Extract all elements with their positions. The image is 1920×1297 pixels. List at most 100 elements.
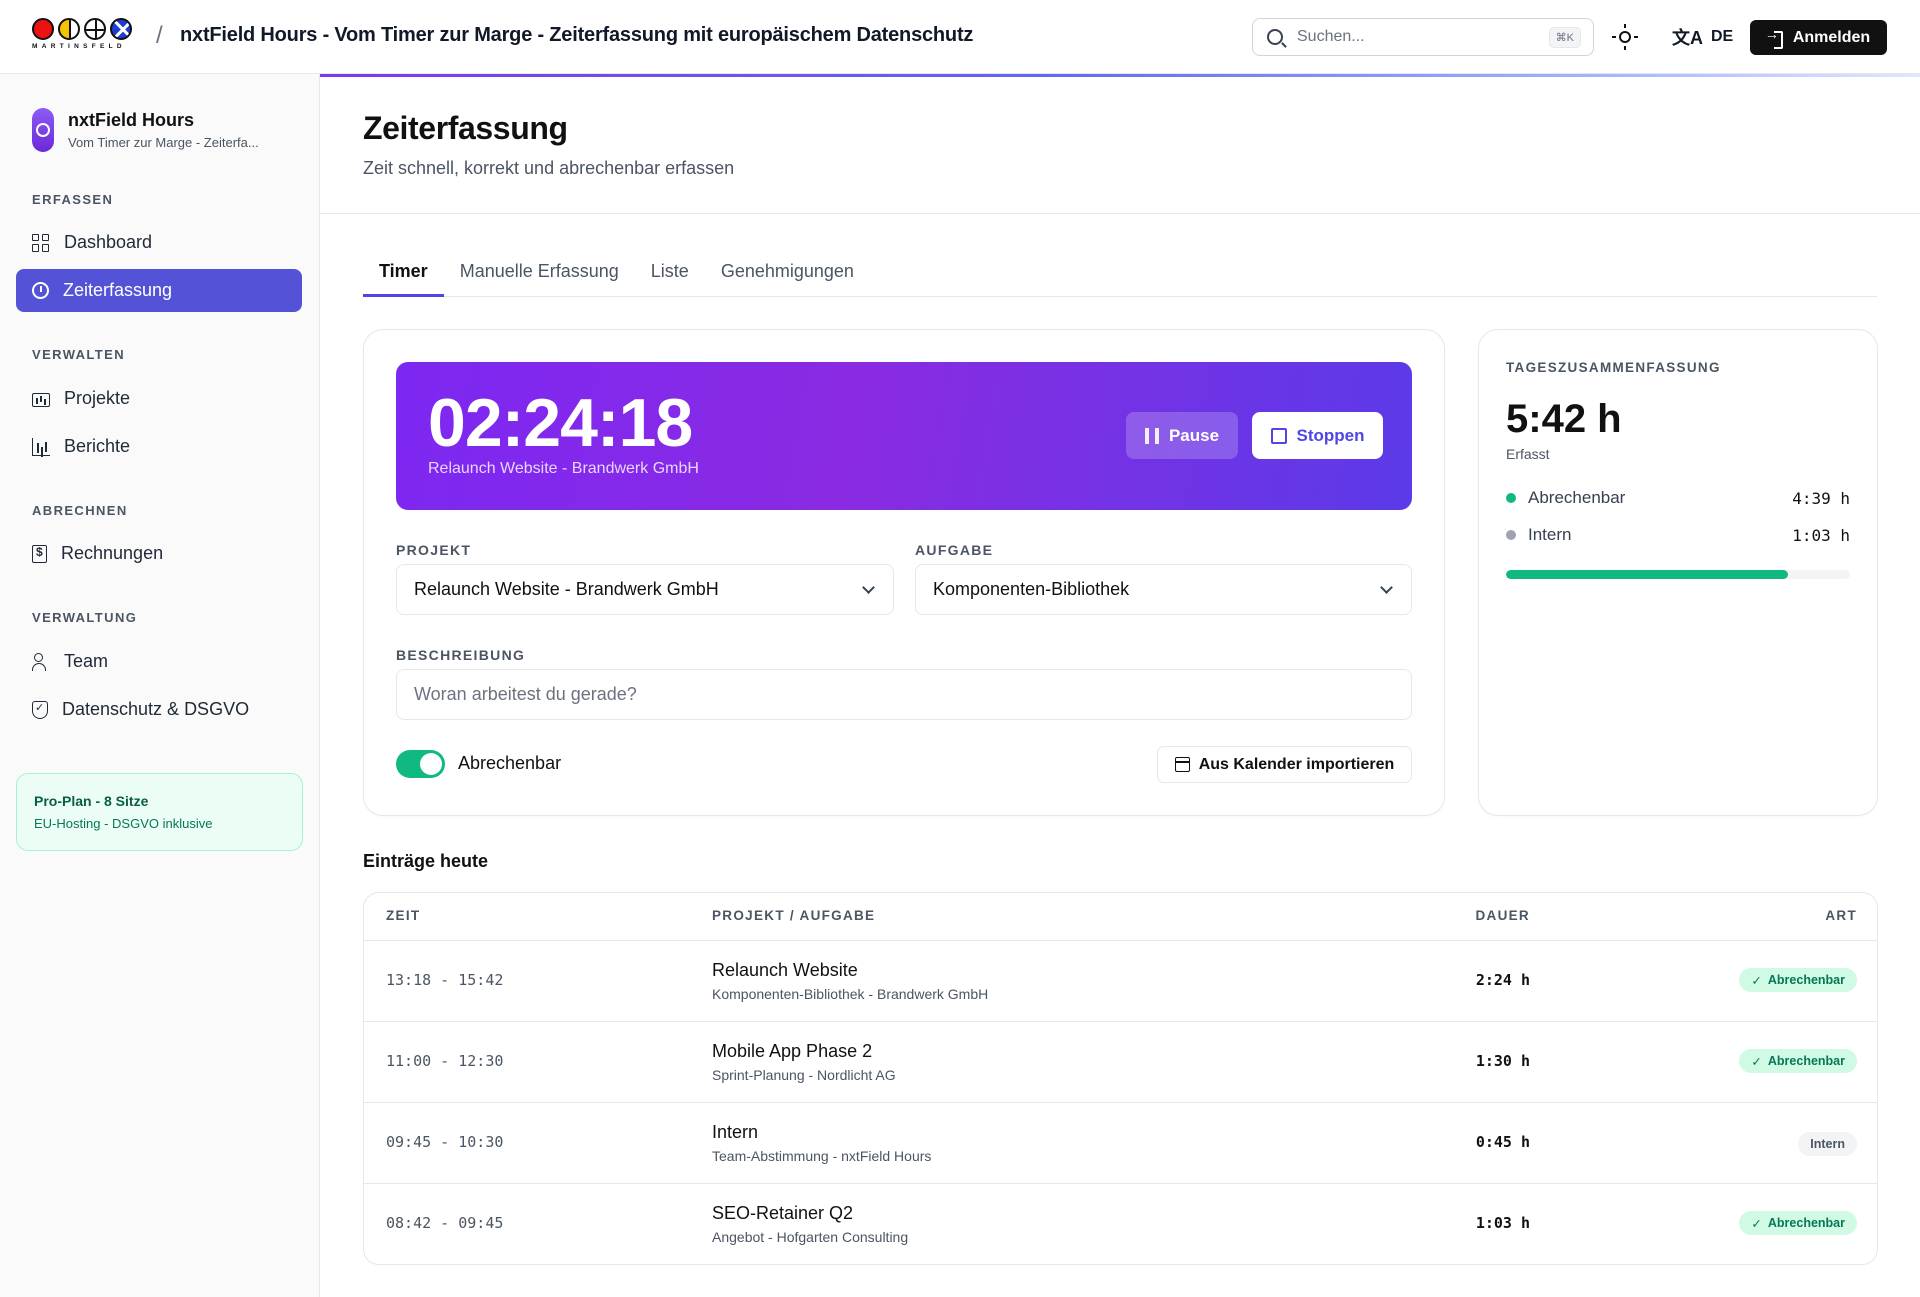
tab-liste[interactable]: Liste (635, 255, 705, 297)
entry-duration: 1:03 h (1475, 1214, 1530, 1232)
sidebar-item-datenschutz[interactable]: Datenschutz & DSGVO (16, 688, 302, 731)
sidebar-item-label: Team (64, 651, 109, 671)
entry-time: 09:45 - 10:30 (386, 1133, 504, 1151)
summary-row-value: 1:03 h (1792, 525, 1850, 545)
timer-icon (32, 282, 49, 299)
table-row[interactable]: 11:00 - 12:30 Mobile App Phase 2 Sprint-… (364, 1022, 1877, 1103)
theme-toggle-button[interactable] (1612, 24, 1638, 50)
plan-title: Pro-Plan - 8 Sitze (34, 793, 149, 809)
tab-timer[interactable]: Timer (363, 255, 444, 297)
task-label: AUFGABE (915, 542, 994, 558)
login-button[interactable]: Anmelden (1750, 20, 1887, 55)
tab-genehmigungen[interactable]: Genehmigungen (705, 255, 870, 297)
entry-project: Relaunch Website (712, 960, 858, 980)
timer-project: Relaunch Website - Brandwerk GmbH (428, 460, 699, 477)
sidebar-item-berichte[interactable]: Berichte (16, 425, 302, 468)
description-label: BESCHREIBUNG (396, 647, 526, 663)
search-input[interactable]: Suchen... ⌘K (1252, 18, 1594, 56)
invoice-icon (32, 544, 47, 563)
calendar-import-button[interactable]: Aus Kalender importieren (1157, 746, 1412, 783)
entries-title: Einträge heute (363, 851, 489, 871)
check-icon: ✓ (1751, 1216, 1762, 1231)
status-badge: ✓ Abrechenbar (1739, 968, 1857, 992)
project-select[interactable]: Relaunch Website - Brandwerk GmbH (396, 564, 894, 615)
billable-toggle[interactable] (396, 750, 445, 778)
billable-label: Abrechenbar (458, 753, 562, 773)
column-header-duration: DAUER (1475, 908, 1530, 923)
sun-ray (1624, 24, 1626, 28)
sun-ray (1624, 46, 1626, 50)
login-label: Anmelden (1792, 28, 1871, 46)
entry-task: Sprint-Planung - Nordlicht AG (712, 1067, 896, 1083)
language-button[interactable]: 文A DE (1672, 24, 1733, 50)
column-header-project: PROJEKT / AUFGABE (712, 908, 876, 923)
status-dot (1506, 530, 1516, 540)
logo-blue-circle (110, 18, 132, 40)
logo-circles (32, 18, 140, 40)
column-header-type: ART (1825, 908, 1857, 923)
page-title: Zeiterfassung (363, 110, 568, 146)
tab-bar: Timer Manuelle Erfassung Liste Genehmigu… (363, 255, 1877, 297)
search-placeholder: Suchen... (1297, 28, 1365, 45)
pause-button[interactable]: Pause (1126, 412, 1238, 459)
sidebar-item-label: Projekte (64, 388, 131, 408)
martinsfeld-logo[interactable]: MARTINSFELD (32, 18, 140, 56)
summary-total: 5:42 h (1506, 397, 1622, 441)
entries-table: ZEIT PROJEKT / AUFGABE DAUER ART 13:18 -… (363, 892, 1878, 1265)
sidebar-item-rechnungen[interactable]: Rechnungen (16, 532, 302, 575)
stop-label: Stoppen (1296, 425, 1365, 445)
summary-row-intern: Intern 1:03 h (1506, 525, 1850, 545)
stop-button[interactable]: Stoppen (1252, 412, 1383, 459)
sidebar-item-label: Berichte (64, 436, 131, 456)
page-subtitle: Zeit schnell, korrekt und abrechenbar er… (363, 158, 735, 178)
entry-time: 11:00 - 12:30 (386, 1052, 504, 1070)
accent-line (320, 74, 1920, 77)
tab-manuelle-erfassung[interactable]: Manuelle Erfassung (444, 255, 635, 297)
nav-section-abrechnen: ABRECHNEN (32, 503, 128, 518)
billable-progress-fill (1506, 570, 1789, 579)
sidebar-item-label: Rechnungen (61, 543, 164, 563)
team-icon (32, 652, 50, 671)
plan-card[interactable]: Pro-Plan - 8 Sitze EU-Hosting - DSGVO in… (16, 773, 303, 851)
summary-row-label: Abrechenbar (1528, 488, 1626, 507)
check-icon: ✓ (1751, 973, 1762, 988)
shield-icon (32, 700, 48, 719)
chevron-down-icon (1380, 581, 1393, 594)
sidebar-item-team[interactable]: Team (16, 640, 302, 683)
project-label: PROJEKT (396, 542, 472, 558)
logo-yellow-circle (58, 18, 80, 40)
search-shortcut: ⌘K (1548, 27, 1581, 48)
table-row[interactable]: 08:42 - 09:45 SEO-Retainer Q2 Angebot - … (364, 1184, 1877, 1264)
app-identity: nxtField Hours Vom Timer zur Marge - Zei… (32, 108, 259, 152)
sidebar-item-projekte[interactable]: Projekte (16, 377, 302, 420)
badge-label: Abrechenbar (1767, 973, 1845, 987)
divider (320, 213, 1920, 214)
daily-summary-card: TAGESZUSAMMENFASSUNG 5:42 h Erfasst Abre… (1478, 329, 1878, 816)
sidebar: nxtField Hours Vom Timer zur Marge - Zei… (0, 74, 320, 1297)
dashboard-icon (32, 233, 50, 252)
table-header: ZEIT PROJEKT / AUFGABE DAUER ART (364, 893, 1877, 941)
table-row[interactable]: 13:18 - 15:42 Relaunch Website Komponent… (364, 941, 1877, 1022)
entry-duration: 1:30 h (1475, 1052, 1530, 1070)
app-clock-icon (32, 108, 54, 152)
task-select-value: Komponenten-Bibliothek (933, 579, 1130, 599)
task-select[interactable]: Komponenten-Bibliothek (915, 564, 1412, 615)
badge-label: Abrechenbar (1767, 1054, 1845, 1068)
timer-display: 02:24:18 Relaunch Website - Brandwerk Gm… (396, 362, 1412, 510)
sidebar-item-label: Datenschutz & DSGVO (62, 699, 250, 719)
app-subtitle: Vom Timer zur Marge - Zeiterfa... (68, 135, 259, 150)
entry-project: Mobile App Phase 2 (712, 1041, 873, 1061)
description-input[interactable]: Woran arbeitest du gerade? (396, 669, 1412, 720)
entry-project: Intern (712, 1122, 759, 1142)
page-heading: nxtField Hours - Vom Timer zur Marge - Z… (180, 24, 974, 46)
logo-red-circle (32, 18, 54, 40)
table-row[interactable]: 09:45 - 10:30 Intern Team-Abstimmung - n… (364, 1103, 1877, 1184)
pause-icon (1144, 427, 1159, 444)
language-label: DE (1711, 28, 1734, 45)
stop-icon (1270, 427, 1287, 444)
nav-section-verwalten: VERWALTEN (32, 347, 126, 362)
badge-label: Intern (1810, 1137, 1845, 1151)
sidebar-item-dashboard[interactable]: Dashboard (16, 221, 302, 264)
sidebar-item-zeiterfassung[interactable]: Zeiterfassung (16, 269, 302, 312)
status-dot (1506, 493, 1516, 503)
